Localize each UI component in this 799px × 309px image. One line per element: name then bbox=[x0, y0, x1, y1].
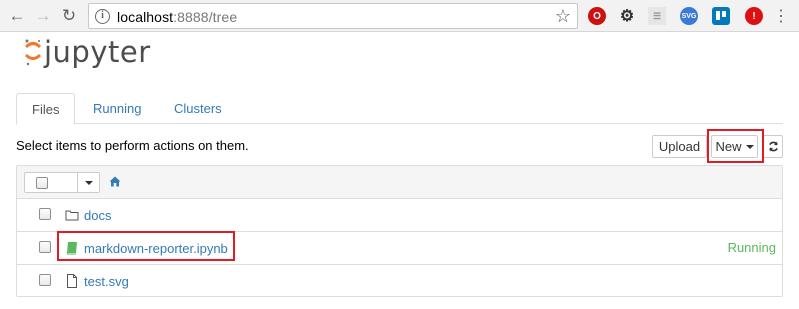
tab-running[interactable]: Running bbox=[78, 93, 156, 124]
reload-icon[interactable]: ↻ bbox=[58, 5, 80, 27]
tab-bar: Files Running Clusters bbox=[16, 93, 783, 125]
chevron-down-icon bbox=[745, 144, 754, 149]
item-checkbox[interactable] bbox=[39, 274, 51, 286]
bookmark-star-icon[interactable]: ☆ bbox=[555, 6, 571, 27]
upload-button[interactable]: Upload bbox=[652, 135, 707, 158]
new-button[interactable]: New bbox=[711, 135, 758, 158]
jupyter-logo-icon bbox=[24, 39, 42, 66]
refresh-icon bbox=[768, 141, 778, 152]
refresh-button[interactable] bbox=[763, 135, 783, 158]
trello-extension-icon[interactable] bbox=[712, 7, 730, 25]
list-item: markdown-reporter.ipynb Running bbox=[17, 232, 782, 265]
forward-arrow-icon[interactable]: → bbox=[32, 5, 54, 27]
new-button-label: New bbox=[715, 139, 742, 154]
item-checkbox[interactable] bbox=[39, 208, 51, 220]
select-all-group bbox=[24, 172, 100, 193]
document-extension-icon[interactable]: ☰ bbox=[648, 7, 666, 25]
alert-extension-icon[interactable]: ! bbox=[745, 7, 763, 25]
logo-text: jupyter bbox=[44, 35, 151, 69]
address-bar[interactable]: i localhost:8888/tree ☆ bbox=[88, 3, 578, 29]
list-item: test.svg bbox=[17, 265, 782, 298]
selection-hint: Select items to perform actions on them. bbox=[16, 138, 249, 153]
browser-toolbar: ← → ↻ i localhost:8888/tree ☆ O ⚙ ☰ SVG … bbox=[0, 0, 799, 32]
item-link[interactable]: markdown-reporter.ipynb bbox=[84, 241, 228, 256]
gear-extension-icon[interactable]: ⚙ bbox=[618, 7, 636, 25]
file-list: docs markdown-reporter.ipynb Running tes… bbox=[16, 165, 783, 297]
opera-extension-icon[interactable]: O bbox=[588, 7, 606, 25]
tab-files[interactable]: Files bbox=[16, 93, 76, 125]
svg-extension-icon[interactable]: SVG bbox=[680, 7, 698, 25]
file-list-header bbox=[17, 166, 782, 199]
site-info-icon[interactable]: i bbox=[95, 9, 110, 24]
item-checkbox[interactable] bbox=[39, 241, 51, 253]
tab-clusters[interactable]: Clusters bbox=[159, 93, 237, 124]
back-arrow-icon[interactable]: ← bbox=[6, 5, 28, 27]
selection-dropdown[interactable] bbox=[77, 173, 100, 192]
jupyter-logo[interactable]: jupyter bbox=[24, 35, 151, 69]
chevron-down-icon bbox=[85, 180, 93, 185]
file-icon bbox=[67, 274, 77, 288]
select-all-checkbox[interactable] bbox=[36, 177, 48, 189]
home-icon[interactable] bbox=[109, 176, 121, 187]
notebook-icon bbox=[66, 242, 77, 255]
menu-dots-icon[interactable]: ⋮ bbox=[770, 5, 792, 27]
running-status: Running bbox=[727, 240, 776, 255]
item-link[interactable]: docs bbox=[84, 208, 111, 223]
item-link[interactable]: test.svg bbox=[84, 274, 129, 289]
url-text[interactable]: localhost:8888/tree bbox=[117, 9, 237, 25]
folder-icon bbox=[65, 210, 79, 221]
list-item: docs bbox=[17, 199, 782, 232]
